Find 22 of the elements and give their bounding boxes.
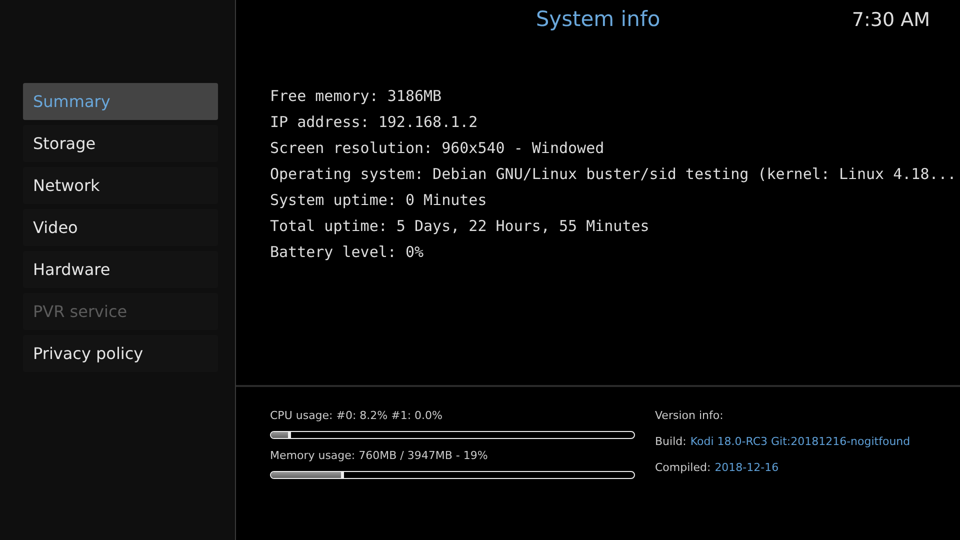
sidebar-item[interactable]: Video (23, 209, 218, 246)
info-line: System uptime: 0 Minutes (270, 190, 488, 211)
info-line: IP address: 192.168.1.2 (270, 112, 479, 133)
usage-label: Memory usage: 760MB / 3947MB - 19% (270, 449, 489, 463)
sidebar-item[interactable]: Storage (23, 125, 218, 162)
version-heading: Version info: (655, 409, 724, 423)
version-label: Build: (655, 435, 686, 449)
sidebar-item[interactable]: Hardware (23, 251, 218, 288)
sidebar-item[interactable]: Privacy policy (23, 335, 218, 372)
sidebar-item[interactable]: Network (23, 167, 218, 204)
window-title: System info (536, 6, 660, 34)
usage-label: CPU usage: #0: 8.2% #1: 0.0% (270, 409, 444, 423)
sidebar-item[interactable]: Summary (23, 83, 218, 120)
version-label: Compiled: (655, 461, 711, 475)
info-line: Total uptime: 5 Days, 22 Hours, 55 Minutes (270, 216, 650, 237)
info-line: Operating system: Debian GNU/Linux buster/sid testing (kernel: Linux 4.18... (270, 164, 958, 185)
version-value: 2018-12-16 (714, 461, 779, 475)
clock: 7:30 AM (852, 8, 930, 33)
info-line: Battery level: 0% (270, 242, 425, 263)
info-line: Free memory: 3186MB (270, 86, 443, 107)
version-value: Kodi 18.0-RC3 Git:20181216-nogitfound (690, 435, 910, 449)
info-line: Screen resolution: 960x540 - Windowed (270, 138, 606, 159)
